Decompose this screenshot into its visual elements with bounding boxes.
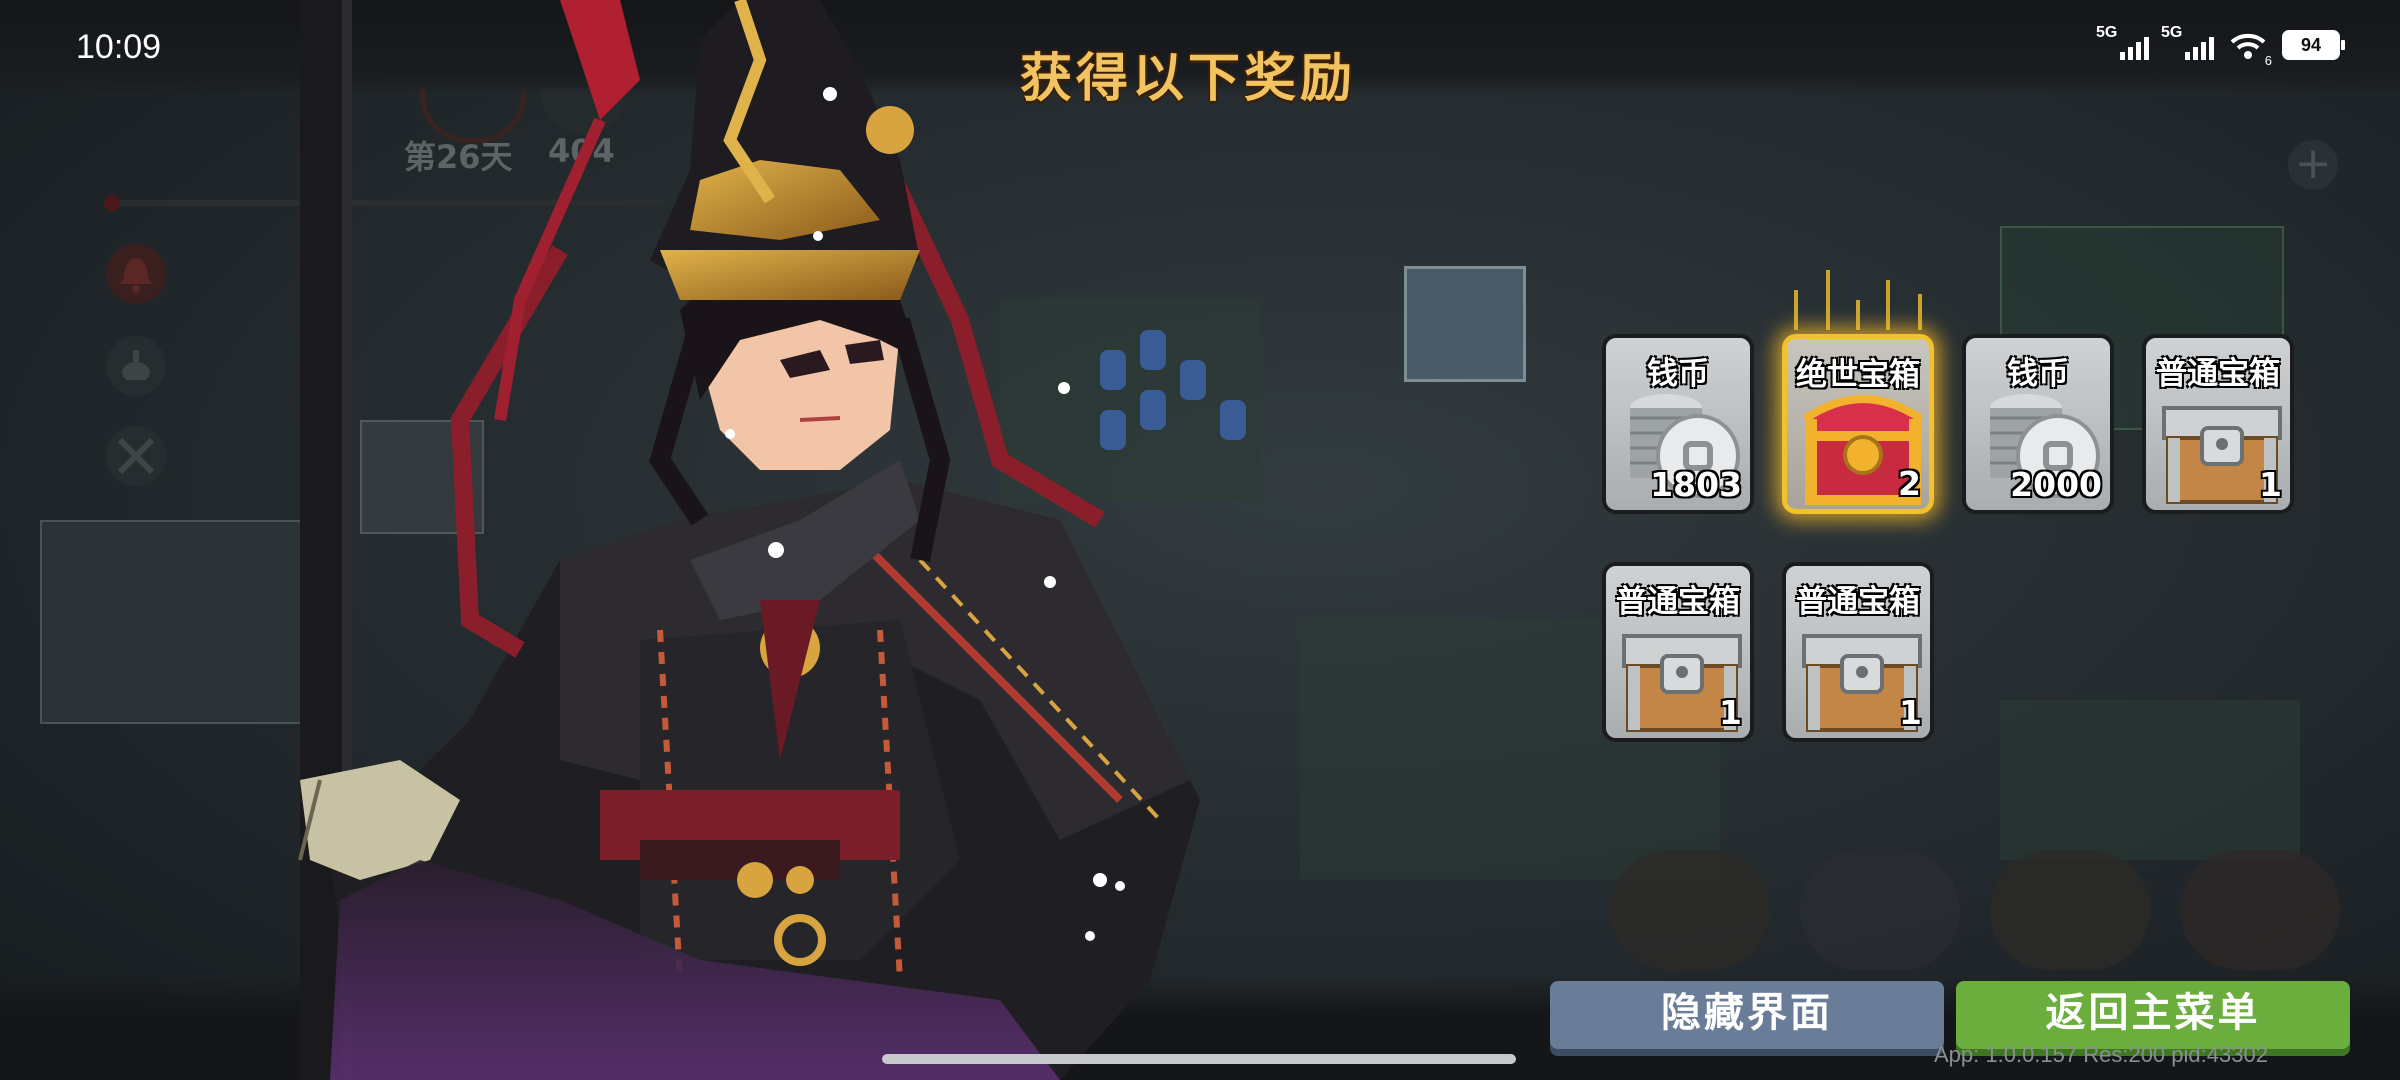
reward-item[interactable]: 普通宝箱 1: [1602, 562, 1754, 742]
reward-count: 1803: [1650, 465, 1742, 504]
ground-patch: [2000, 700, 2300, 860]
hide-ui-button[interactable]: 隐藏界面: [1550, 981, 1944, 1049]
reward-count: 1: [1899, 693, 1922, 732]
wifi-icon: 6: [2228, 30, 2272, 68]
main-menu-button[interactable]: 返回主菜单: [1956, 981, 2350, 1049]
watchtower: [1404, 266, 1526, 382]
add-button[interactable]: +: [2288, 140, 2338, 190]
home-indicator[interactable]: [882, 1054, 1516, 1064]
unit-slot: [1800, 850, 1960, 970]
reward-name: 普通宝箱: [1796, 584, 1920, 620]
status-time: 10:09: [76, 28, 162, 66]
reward-name: 普通宝箱: [2156, 356, 2280, 392]
hero-character-illustration: [298, 0, 1200, 1080]
reward-count: 1: [2259, 465, 2282, 504]
sparkle-effect: [1782, 270, 1934, 330]
version-text: App: 1.0.0.157 Res:200 pid:43302: [1934, 1042, 2268, 1067]
reward-name: 钱币: [1647, 356, 1709, 392]
unit-slot: [1610, 850, 1770, 970]
reward-item[interactable]: 普通宝箱 1: [2142, 334, 2294, 514]
reward-name: 钱币: [2007, 356, 2069, 392]
reward-count: 1: [1719, 693, 1742, 732]
reward-item[interactable]: 钱币 1803: [1602, 334, 1754, 514]
unit-slot: [1990, 850, 2150, 970]
battery-icon: 94: [2282, 30, 2345, 60]
reward-item[interactable]: 普通宝箱 1: [1782, 562, 1934, 742]
reward-name: 普通宝箱: [1616, 584, 1740, 620]
cell-signal-icon: 5G: [2161, 24, 2214, 60]
reward-item[interactable]: 钱币 2000: [1962, 334, 2114, 514]
unit-slot: [2180, 850, 2340, 970]
cell-signal-icon: 5G: [2096, 24, 2149, 60]
status-icons: 5G 5G 6 94: [2096, 24, 2345, 68]
reward-item[interactable]: 绝世宝箱 2: [1782, 334, 1934, 514]
reward-count: 2: [1898, 464, 1921, 503]
reward-name: 绝世宝箱: [1796, 357, 1920, 393]
reward-title: 获得以下奖励: [1020, 49, 1357, 109]
reward-count: 2000: [2010, 465, 2102, 504]
